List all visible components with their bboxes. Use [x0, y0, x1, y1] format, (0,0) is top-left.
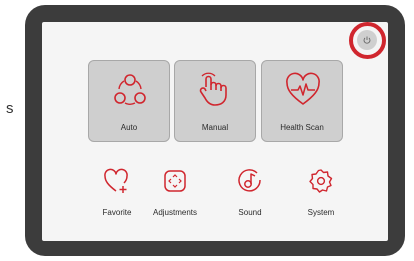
power-button[interactable]: [357, 30, 377, 50]
gear-icon: [309, 169, 333, 193]
system-label: System: [307, 208, 335, 217]
heart-pulse-icon: [286, 72, 320, 105]
hand-icon: [199, 72, 227, 106]
favorite-label: Favorite: [102, 208, 132, 217]
auto-mode-button[interactable]: Auto: [88, 60, 170, 142]
favorite-button[interactable]: Favorite: [85, 168, 149, 218]
health-scan-label: Health Scan: [280, 123, 324, 132]
manual-label: Manual: [201, 123, 229, 132]
adjustments-label: Adjustments: [152, 208, 198, 217]
adjustments-button[interactable]: Adjustments: [143, 168, 207, 218]
adjust-icon: [164, 170, 186, 192]
manual-mode-button[interactable]: Manual: [174, 60, 256, 142]
heart-plus-icon: [104, 168, 128, 193]
power-icon: [363, 36, 371, 44]
auto-icon: [114, 74, 146, 105]
auto-label: Auto: [120, 123, 138, 132]
sound-label: Sound: [238, 208, 262, 217]
music-note-icon: [238, 169, 261, 192]
system-button[interactable]: System: [289, 168, 353, 218]
health-scan-mode-button[interactable]: Health Scan: [261, 60, 343, 142]
sound-button[interactable]: Sound: [218, 168, 282, 218]
edge-marker-text: s: [6, 100, 14, 117]
